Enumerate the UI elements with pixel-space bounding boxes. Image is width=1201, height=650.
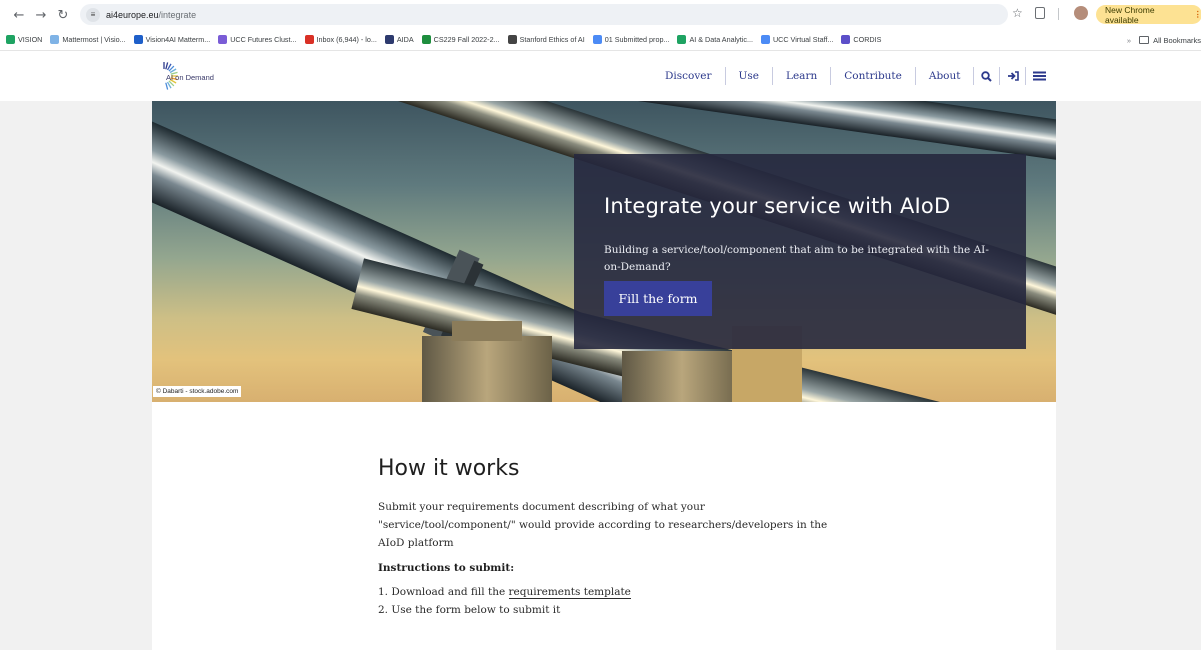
fill-form-button[interactable]: Fill the form	[604, 281, 712, 316]
bookmark-favicon-icon	[507, 35, 517, 44]
logo-text: AI on Demand	[166, 73, 214, 82]
nav-use[interactable]: Use	[726, 67, 773, 85]
logo-ray	[165, 82, 169, 90]
bookmark-item[interactable]: AIDA	[384, 35, 414, 44]
bookmark-item[interactable]: 01 Submitted prop...	[592, 35, 670, 44]
extensions-icon[interactable]	[1035, 7, 1045, 19]
bookmark-favicon-icon	[421, 35, 431, 44]
hero-title: Integrate your service with AIoD	[604, 194, 951, 218]
profile-avatar[interactable]	[1074, 6, 1088, 20]
bookmark-label: UCC Virtual Staff...	[772, 35, 834, 44]
update-label: New Chrome available	[1105, 4, 1155, 25]
update-chrome-button[interactable]: New Chrome available ⋮	[1096, 4, 1201, 25]
requirements-template-link[interactable]: requirements template	[508, 586, 631, 599]
bookmark-item[interactable]: UCC Virtual Staff...	[760, 35, 834, 44]
bookmark-label: AI & Data Analytic...	[689, 35, 753, 44]
back-icon[interactable]: ←	[8, 4, 30, 26]
bookmark-item[interactable]: AI & Data Analytic...	[677, 35, 753, 44]
step-1-text: 1. Download and fill the	[378, 586, 509, 598]
bookmark-label: AIDA	[396, 35, 414, 44]
hero-description: Building a service/tool/component that a…	[604, 244, 989, 273]
site-settings-icon[interactable]: ≡	[86, 7, 100, 22]
bookmark-label: Vision4AI Matterm...	[145, 35, 211, 44]
more-menu-icon: ⋮	[1193, 9, 1201, 19]
step-2: 2. Use the form below to submit it	[378, 604, 561, 616]
instruction-steps: 1. Download and fill the requirements te…	[378, 583, 848, 619]
browser-toolbar: ← → ↻ ≡ ai4europe.eu/integrate ☆ New Chr…	[0, 0, 1201, 29]
bookmark-item[interactable]: Mattermost | Visio...	[50, 35, 126, 44]
folder-icon	[1139, 36, 1150, 44]
main-nav: Discover Use Learn Contribute About	[652, 67, 1052, 85]
bookmark-favicon-icon	[677, 35, 687, 44]
bookmark-favicon-icon	[218, 35, 228, 44]
nav-learn[interactable]: Learn	[773, 67, 832, 85]
bookmarks-overflow-icon[interactable]: »	[1127, 36, 1131, 45]
all-bookmarks[interactable]: » All Bookmarks	[1120, 29, 1201, 50]
bookmark-label: 01 Submitted prop...	[604, 35, 670, 44]
site-header: AI on Demand Discover Use Learn Contribu…	[0, 51, 1201, 101]
nav-contribute[interactable]: Contribute	[831, 67, 916, 85]
bookmark-label: Stanford Ethics of AI	[519, 35, 585, 44]
bookmark-favicon-icon	[760, 35, 770, 44]
bookmark-item[interactable]: CS229 Fall 2022-2...	[421, 35, 500, 44]
bookmark-label: Inbox (6,944) - lo...	[316, 35, 377, 44]
forward-icon[interactable]: →	[30, 4, 52, 26]
bookmark-label: Mattermost | Visio...	[62, 35, 126, 44]
bookmark-star-icon[interactable]: ☆	[1012, 6, 1023, 20]
bookmark-item[interactable]: Vision4AI Matterm...	[133, 35, 211, 44]
hero-banner: © Dabarti - stock.adobe.com Integrate yo…	[152, 101, 1056, 402]
bookmark-item[interactable]: VISION	[6, 35, 42, 44]
bookmark-favicon-icon	[841, 35, 851, 44]
step-1: 1. Download and fill the requirements te…	[378, 583, 848, 601]
hero-cta-panel: Integrate your service with AIoD Buildin…	[574, 154, 1026, 349]
bookmarks-bar: VISION Mattermost | Visio... Vision4AI Mat…	[0, 29, 1201, 51]
bookmark-label: CS229 Fall 2022-2...	[433, 35, 500, 44]
login-icon[interactable]	[1000, 67, 1027, 85]
bookmark-item[interactable]: CORDIS	[841, 35, 881, 44]
bookmark-favicon-icon	[384, 35, 394, 44]
page-content: © Dabarti - stock.adobe.com Integrate yo…	[152, 101, 1056, 650]
reload-icon[interactable]: ↻	[52, 4, 74, 26]
bookmark-item[interactable]: UCC Futures Clust...	[218, 35, 297, 44]
bookmark-favicon-icon	[50, 35, 60, 44]
instructions-heading: Instructions to submit:	[378, 562, 515, 574]
bookmark-favicon-icon	[592, 35, 602, 44]
address-bar[interactable]: ≡ ai4europe.eu/integrate	[80, 4, 1008, 25]
search-icon[interactable]	[974, 67, 1001, 85]
bookmark-item[interactable]: Inbox (6,944) - lo...	[304, 35, 377, 44]
bookmark-favicon-icon	[304, 35, 314, 44]
bookmark-label: CORDIS	[853, 35, 882, 44]
url-path: /integrate	[158, 9, 197, 20]
logo-ray	[165, 62, 169, 70]
how-it-works-section: How it works Submit your requirements do…	[378, 456, 848, 619]
hamburger-menu-icon[interactable]	[1026, 67, 1052, 85]
nav-about[interactable]: About	[916, 67, 975, 85]
bookmark-favicon-icon	[133, 35, 143, 44]
how-it-works-description: Submit your requirements document descri…	[378, 501, 828, 549]
how-it-works-title: How it works	[378, 456, 520, 481]
bookmark-item[interactable]: Stanford Ethics of AI	[507, 35, 585, 44]
url-host: ai4europe.eu	[106, 9, 159, 20]
bookmark-label: UCC Futures Clust...	[230, 35, 297, 44]
bookmark-label: VISION	[18, 35, 43, 44]
all-bookmarks-label: All Bookmarks	[1153, 35, 1201, 45]
toolbar-divider	[1058, 8, 1059, 20]
bookmark-favicon-icon	[6, 35, 15, 44]
image-credit: © Dabarti - stock.adobe.com	[153, 386, 242, 397]
nav-discover[interactable]: Discover	[652, 67, 726, 85]
